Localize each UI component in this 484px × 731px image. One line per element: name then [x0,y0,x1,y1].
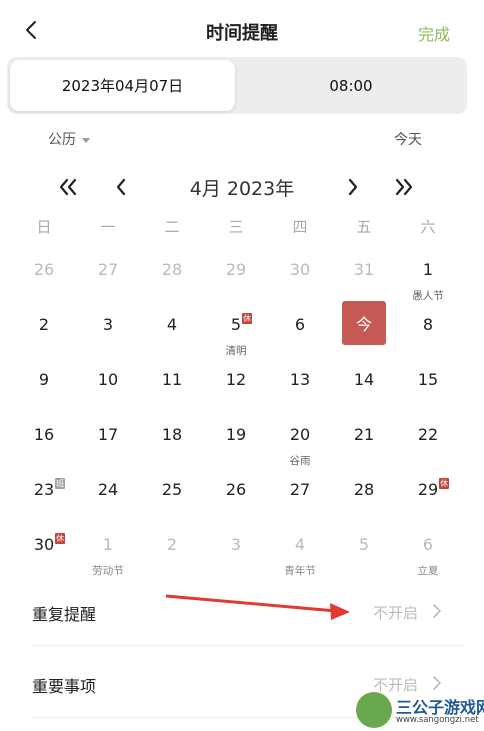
annotation-arrow-icon [165,594,350,620]
watermark: 三公子游戏网 www.sangongzi.net [352,688,484,731]
watermark-url: www.sangongzi.net [396,715,479,725]
watermark-logo-icon [356,692,392,728]
